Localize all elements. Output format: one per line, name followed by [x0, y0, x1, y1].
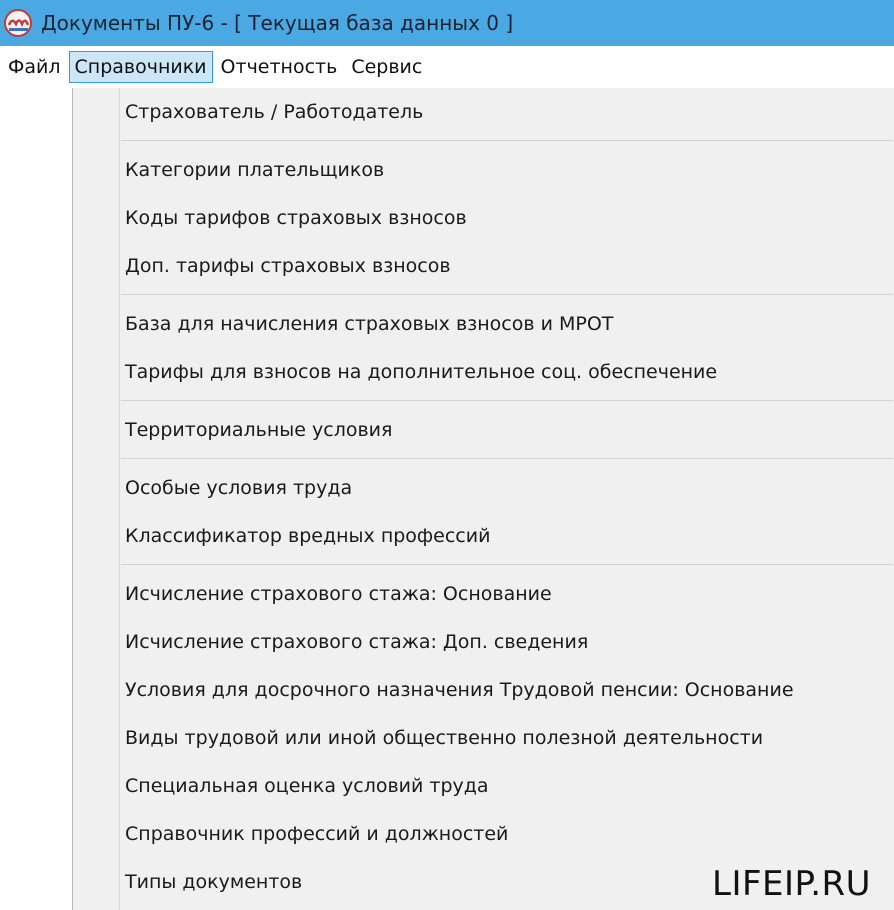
menu-item-seniority-basis[interactable]: Исчисление страхового стажа: Основание	[125, 582, 552, 606]
menu-reports[interactable]: Отчетность	[215, 51, 344, 83]
menu-separator	[121, 140, 893, 141]
menu-item-contribution-base-mrot[interactable]: База для начисления страховых взносов и …	[125, 312, 613, 336]
menu-item-hazardous-professions[interactable]: Классификатор вредных профессий	[125, 524, 490, 548]
menu-separator	[121, 400, 893, 401]
menu-separator	[121, 294, 893, 295]
menu-file[interactable]: Файл	[2, 51, 67, 83]
menu-references[interactable]: Справочники	[68, 51, 213, 83]
menu-item-payer-categories[interactable]: Категории плательщиков	[125, 158, 384, 182]
title-bar: Документы ПУ-6 - [ Текущая база данных 0…	[0, 0, 894, 46]
menu-item-tariff-codes[interactable]: Коды тарифов страховых взносов	[125, 206, 467, 230]
menu-item-document-types[interactable]: Типы документов	[125, 870, 302, 894]
menu-separator	[121, 458, 893, 459]
window-title: Документы ПУ-6 - [ Текущая база данных 0…	[41, 11, 514, 35]
menu-item-additional-tariffs[interactable]: Доп. тарифы страховых взносов	[125, 254, 451, 278]
menu-item-social-security-tariffs[interactable]: Тарифы для взносов на дополнительное соц…	[125, 360, 717, 384]
menu-item-special-assessment[interactable]: Специальная оценка условий труда	[125, 774, 489, 798]
menu-item-territorial-conditions[interactable]: Территориальные условия	[125, 418, 392, 442]
menu-icon-column	[73, 88, 120, 910]
menu-item-seniority-extra-info[interactable]: Исчисление страхового стажа: Доп. сведен…	[125, 630, 588, 654]
references-dropdown-menu: Страхователь / Работодатель Категории пл…	[72, 88, 894, 910]
menu-item-special-working-conditions[interactable]: Особые условия труда	[125, 476, 352, 500]
menu-item-early-pension-basis[interactable]: Условия для досрочного назначения Трудов…	[125, 678, 794, 702]
menu-item-activity-types[interactable]: Виды трудовой или иной общественно полез…	[125, 726, 763, 750]
menu-separator	[121, 564, 893, 565]
menu-item-professions-positions[interactable]: Справочник профессий и должностей	[125, 822, 508, 846]
menu-bar: Файл Справочники Отчетность Сервис	[0, 46, 894, 88]
watermark-text: LIFEIP.RU	[712, 864, 872, 904]
menu-item-insurer-employer[interactable]: Страхователь / Работодатель	[125, 100, 423, 124]
menu-service[interactable]: Сервис	[345, 51, 428, 83]
pfr-logo-icon	[4, 9, 32, 37]
